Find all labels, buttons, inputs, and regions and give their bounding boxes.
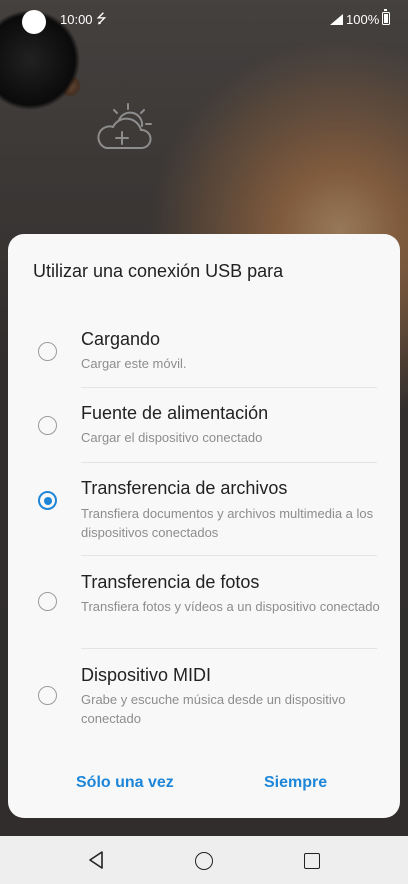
divider [81,387,377,388]
just-once-button[interactable]: Sólo una vez [76,774,174,792]
option-title: Dispositivo MIDI [81,665,212,685]
option-power-source[interactable]: Fuente de alimentación Cargar el disposi… [8,403,400,478]
option-midi-device[interactable]: Dispositivo MIDI Grabe y escuche música … [8,665,400,757]
always-button[interactable]: Siempre [264,774,327,792]
radio-button[interactable] [38,686,57,705]
signal-icon [330,14,343,25]
option-title: Transferencia de fotos [81,572,260,592]
option-subtitle: Grabe y escuche música desde un disposit… [81,692,346,726]
divider [81,462,377,463]
usb-connection-dialog: Utilizar una conexión USB para Cargando … [8,234,400,818]
radio-button[interactable] [38,342,57,361]
status-bar: 10:00 ⭍ 100% [0,0,408,38]
option-file-transfer[interactable]: Transferencia de archivos Transfiera doc… [8,478,400,571]
battery-percentage: 100% [346,12,380,27]
option-photo-transfer[interactable]: Transferencia de fotos Transfiera fotos … [8,572,400,664]
usb-icon: ⭍ [96,11,107,26]
battery-icon [382,9,390,25]
back-icon[interactable] [86,850,106,870]
radio-button-selected[interactable] [38,491,57,510]
radio-button[interactable] [38,592,57,611]
option-title: Fuente de alimentación [81,403,269,423]
option-subtitle: Transfiera documentos y archivos multime… [81,506,374,540]
home-icon[interactable] [195,852,213,870]
option-subtitle: Transfiera fotos y vídeos a un dispositi… [81,599,380,614]
option-charging[interactable]: Cargando Cargar este móvil. [8,329,400,404]
status-time: 10:00 [60,12,93,27]
camera-cutout [22,10,46,34]
option-subtitle: Cargar el dispositivo conectado [81,430,263,445]
option-subtitle: Cargar este móvil. [81,356,187,371]
divider [81,648,377,649]
dialog-title: Utilizar una conexión USB para [33,261,284,281]
option-title: Transferencia de archivos [81,478,288,498]
recents-icon[interactable] [304,853,320,869]
navigation-bar [0,836,408,884]
divider [81,555,377,556]
option-title: Cargando [81,329,161,349]
radio-button[interactable] [38,416,57,435]
